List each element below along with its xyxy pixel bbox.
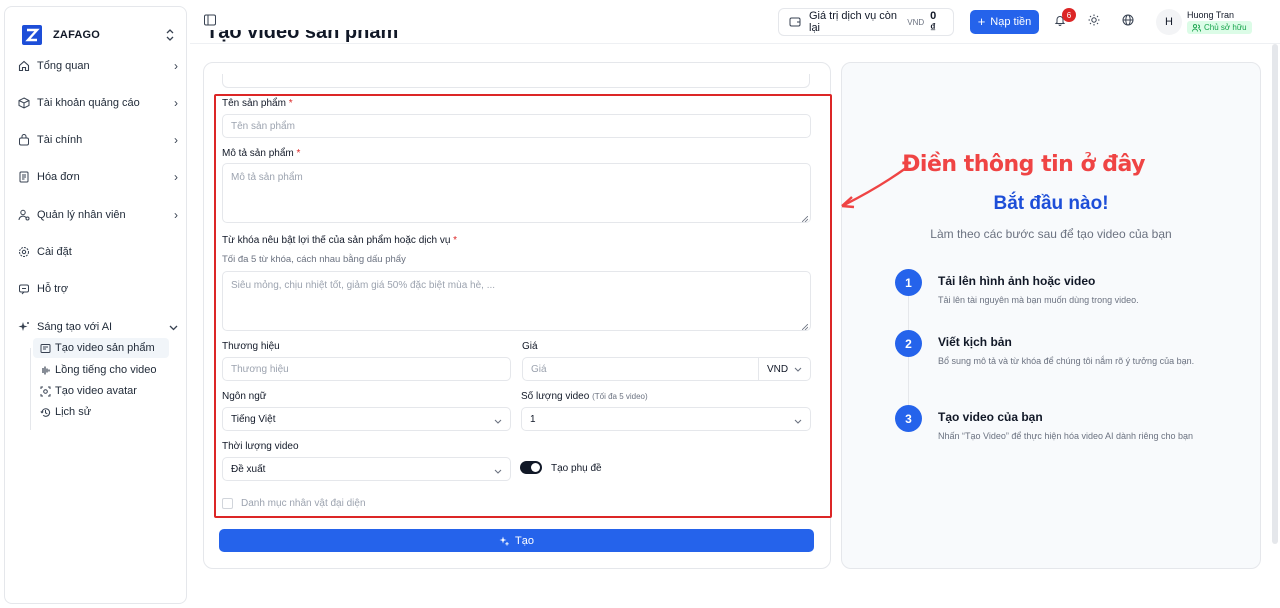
- scan-face-icon: [39, 385, 51, 397]
- brand-switcher[interactable]: ZAFAGO: [21, 19, 174, 51]
- box-icon: [17, 96, 31, 110]
- users-icon: [1192, 23, 1201, 32]
- receipt-icon: [17, 170, 31, 184]
- audio-wave-icon: [39, 364, 51, 376]
- sidebar-subitem-avatar-video[interactable]: Tạo video avatar: [33, 381, 169, 401]
- sidebar-subitem-label: Tạo video sản phẩm: [55, 342, 155, 354]
- user-cog-icon: [17, 208, 31, 222]
- support-icon: [17, 282, 31, 296]
- sidebar-item-overview[interactable]: Tổng quan ›: [17, 54, 178, 78]
- zafago-logo-icon: [21, 24, 43, 46]
- history-icon: [39, 406, 51, 418]
- page-scrollbar[interactable]: [1272, 44, 1278, 544]
- sidebar-subitem-label: Lịch sử: [55, 406, 92, 418]
- highlight-box: [214, 94, 832, 518]
- sidebar-subitem-label: Tạo video avatar: [55, 385, 137, 397]
- step-description: Tải lên tài nguyên mà bạn muốn dùng tron…: [938, 295, 1139, 305]
- step-number: 3: [895, 405, 922, 432]
- page-title: Tạo video sản phẩm: [206, 30, 398, 44]
- sidebar-item-invoices[interactable]: Hóa đơn ›: [17, 165, 178, 189]
- guide-title: Bắt đầu nào!: [993, 193, 1109, 214]
- step-number: 2: [895, 330, 922, 357]
- chevrons-up-down-icon: [166, 28, 174, 42]
- avatar[interactable]: H: [1156, 9, 1182, 35]
- sparkles-icon: [17, 320, 31, 334]
- chevron-right-icon: ›: [174, 208, 178, 222]
- step-title: Viết kịch bản: [938, 335, 1012, 349]
- sidebar-item-ai-creation[interactable]: Sáng tạo với AI: [17, 315, 178, 339]
- panel-toggle-icon[interactable]: [204, 14, 218, 28]
- sidebar-item-label: Tài khoản quảng cáo: [37, 97, 140, 109]
- home-icon: [17, 59, 31, 73]
- sidebar-subitem-history[interactable]: Lịch sử: [33, 402, 169, 422]
- step-description: Nhấn “Tạo Video” để thực hiện hóa video …: [938, 431, 1194, 441]
- settings-icon: [17, 245, 31, 259]
- sun-icon[interactable]: [1088, 14, 1102, 28]
- video-icon: [39, 342, 51, 354]
- wallet-icon: [17, 133, 31, 147]
- sidebar-item-label: Hóa đơn: [37, 171, 80, 183]
- balance-label: Giá trị dịch vụ còn lại: [809, 10, 898, 34]
- chevron-right-icon: ›: [174, 96, 178, 110]
- sidebar-item-label: Cài đặt: [37, 246, 72, 258]
- sidebar-item-label: Tổng quan: [37, 60, 90, 72]
- user-role-badge: Chủ sở hữu: [1187, 21, 1252, 34]
- sidebar-item-label: Tài chính: [37, 134, 83, 146]
- sidebar: ZAFAGO Tổng quan › Tài khoản quảng cáo ›…: [4, 6, 187, 604]
- sidebar-subitem-label: Lồng tiếng cho video: [55, 364, 157, 376]
- guide-card: [841, 62, 1261, 569]
- wallet-card-icon: [789, 16, 801, 28]
- page-title-text: Tạo video sản phẩm: [206, 30, 399, 43]
- balance-currency: VND: [907, 17, 925, 27]
- sidebar-item-support[interactable]: Hỗ trợ: [17, 277, 178, 301]
- sidebar-item-staff[interactable]: Quản lý nhân viên ›: [17, 203, 178, 227]
- step-title: Tạo video của bạn: [938, 410, 1043, 424]
- upload-area-edge: [222, 74, 810, 88]
- notification-badge: 6: [1062, 8, 1076, 22]
- sidebar-subitem-dubbing[interactable]: Lồng tiếng cho video: [33, 360, 169, 380]
- create-label: Tạo: [515, 534, 534, 547]
- sidebar-subitem-product-video[interactable]: Tạo video sản phẩm: [33, 338, 169, 358]
- topup-label: Nạp tiền: [990, 16, 1032, 28]
- plus-icon: +: [977, 14, 986, 29]
- chevron-right-icon: ›: [174, 133, 178, 147]
- chevron-down-icon: [169, 320, 178, 334]
- guide-subtitle: Làm theo các bước sau để tạo video của b…: [930, 227, 1172, 241]
- sidebar-item-label: Sáng tạo với AI: [37, 321, 113, 333]
- sidebar-item-settings[interactable]: Cài đặt: [17, 240, 178, 264]
- globe-icon[interactable]: [1122, 14, 1136, 28]
- brand-name: ZAFAGO: [53, 29, 101, 41]
- annotation-text: Điền thông tin ở đây: [902, 152, 1146, 177]
- sidebar-item-label: Quản lý nhân viên: [37, 209, 126, 221]
- sidebar-item-label: Hỗ trợ: [37, 283, 69, 295]
- step-description: Bổ sung mô tả và từ khóa để chúng tôi nắ…: [938, 356, 1195, 366]
- submenu-guide-line: [30, 348, 31, 430]
- user-role: Chủ sở hữu: [1204, 23, 1247, 32]
- step-title: Tải lên hình ảnh hoặc video: [938, 274, 1096, 288]
- sparkles-icon: [499, 536, 509, 546]
- step-number: 1: [895, 269, 922, 296]
- sidebar-item-ad-accounts[interactable]: Tài khoản quảng cáo ›: [17, 91, 178, 115]
- balance-value: 0 ₫: [930, 10, 937, 34]
- chevron-right-icon: ›: [174, 170, 178, 184]
- topup-button[interactable]: + Nạp tiền: [970, 10, 1039, 34]
- user-name: Huong Tran: [1187, 10, 1235, 20]
- chevron-right-icon: ›: [174, 59, 178, 73]
- create-button[interactable]: Tạo: [219, 529, 814, 552]
- sidebar-item-finance[interactable]: Tài chính ›: [17, 128, 178, 152]
- service-balance[interactable]: Giá trị dịch vụ còn lại VND 0 ₫: [778, 8, 954, 36]
